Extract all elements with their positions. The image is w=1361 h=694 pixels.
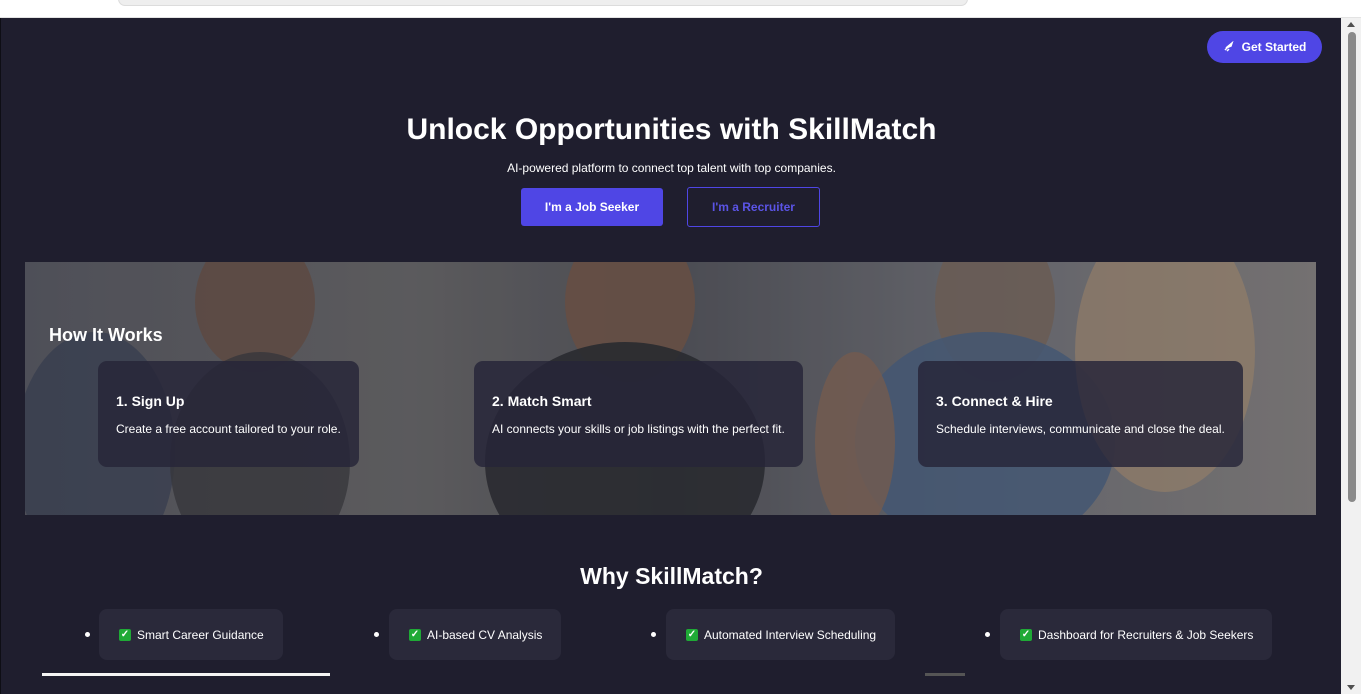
bottom-mark <box>925 673 965 676</box>
check-icon: ✓ <box>1020 628 1032 641</box>
feature-interview-scheduling: ✓ Automated Interview Scheduling <box>666 609 896 660</box>
check-icon: ✓ <box>686 628 698 641</box>
feature-label: AI-based CV Analysis <box>427 627 543 642</box>
browser-top-bar <box>0 0 1361 18</box>
job-seeker-button[interactable]: I'm a Job Seeker <box>521 188 663 226</box>
vertical-scrollbar[interactable] <box>1341 18 1361 694</box>
step-description: Schedule interviews, communicate and clo… <box>936 422 1225 436</box>
get-started-label: Get Started <box>1241 40 1307 54</box>
feature-label: Automated Interview Scheduling <box>704 627 877 642</box>
scroll-down-arrow-icon[interactable] <box>1347 685 1355 690</box>
hero-subtitle: AI-powered platform to connect top talen… <box>507 161 836 175</box>
feature-label: Dashboard for Recruiters & Job Seekers <box>1038 627 1254 642</box>
step-card-match-smart: 2. Match Smart AI connects your skills o… <box>474 361 803 467</box>
address-bar[interactable] <box>118 0 968 6</box>
hero-title: Unlock Opportunities with SkillMatch <box>406 113 937 146</box>
step-card-sign-up: 1. Sign Up Create a free account tailore… <box>98 361 359 467</box>
feature-cv-analysis: ✓ AI-based CV Analysis <box>389 609 562 660</box>
get-started-button[interactable]: Get Started <box>1207 31 1322 63</box>
how-it-works-title: How It Works <box>49 325 163 345</box>
page: Get Started Unlock Opportunities with Sk… <box>0 18 1341 694</box>
step-card-connect-hire: 3. Connect & Hire Schedule interviews, c… <box>918 361 1243 467</box>
step-title: 3. Connect & Hire <box>936 393 1053 409</box>
bottom-overlay-strip <box>42 673 330 676</box>
feature-label: Smart Career Guidance <box>137 627 264 642</box>
scroll-up-arrow-icon[interactable] <box>1347 22 1355 27</box>
feature-dashboard: ✓ Dashboard for Recruiters & Job Seekers <box>1000 609 1273 660</box>
why-skillmatch-title: Why SkillMatch? <box>580 563 763 589</box>
step-title: 2. Match Smart <box>492 393 592 409</box>
step-description: AI connects your skills or job listings … <box>492 422 785 436</box>
bullet-dot <box>374 632 379 637</box>
recruiter-button[interactable]: I'm a Recruiter <box>687 187 820 227</box>
check-icon: ✓ <box>119 628 131 641</box>
bullet-dot <box>85 632 90 637</box>
step-description: Create a free account tailored to your r… <box>116 422 341 436</box>
bullet-dot <box>985 632 990 637</box>
bullet-dot <box>651 632 656 637</box>
rocket-icon <box>1224 41 1234 52</box>
scroll-thumb[interactable] <box>1348 32 1356 502</box>
how-it-works-section: How It Works 1. Sign Up Create a free ac… <box>25 262 1316 515</box>
check-icon: ✓ <box>409 628 421 641</box>
step-title: 1. Sign Up <box>116 393 185 409</box>
feature-career-guidance: ✓ Smart Career Guidance <box>99 609 283 660</box>
